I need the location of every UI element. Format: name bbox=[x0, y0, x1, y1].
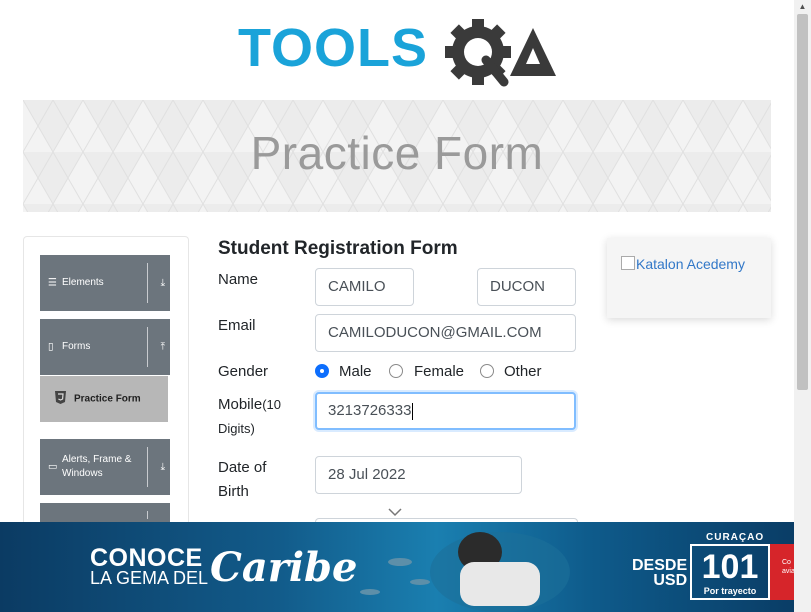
first-name-input[interactable]: CAMILO bbox=[315, 268, 414, 306]
html5-icon bbox=[55, 391, 66, 407]
ad-cta[interactable]: Co avia bbox=[770, 544, 794, 600]
scroll-thumb[interactable] bbox=[797, 14, 808, 390]
broken-image-alt: Katalon Acedemy bbox=[636, 256, 745, 272]
document-icon: ▯ bbox=[48, 341, 54, 353]
gender-male-radio[interactable] bbox=[315, 364, 329, 378]
katalon-ad[interactable]: Katalon Acedemy bbox=[607, 238, 771, 318]
date-of-birth-input[interactable]: 28 Jul 2022 bbox=[315, 456, 522, 494]
broken-image-icon bbox=[621, 256, 635, 270]
name-label: Name bbox=[218, 271, 259, 288]
ad-price-note: Por trayecto bbox=[703, 586, 757, 596]
ad-subheadline: LA GEMA DEL bbox=[90, 568, 209, 588]
ad-destination: CURAÇAO bbox=[706, 532, 765, 543]
broken-image[interactable]: Katalon Acedemy bbox=[621, 256, 745, 272]
sidebar-group-label: Alerts, Frame & Windows bbox=[62, 454, 132, 479]
sidebar-group-elements[interactable]: ☰ Elements ⤓ bbox=[40, 255, 170, 311]
bottom-advertisement[interactable]: CONOCE LA GEMA DEL Caribe CURAÇAO DESDE U… bbox=[0, 522, 794, 612]
group-divider bbox=[147, 511, 148, 519]
vertical-scrollbar[interactable]: ▲ bbox=[794, 0, 811, 612]
chevron-down-icon[interactable] bbox=[388, 506, 402, 520]
group-divider bbox=[147, 263, 148, 303]
hamburger-icon: ☰ bbox=[48, 277, 57, 289]
mobile-hint-2: Digits) bbox=[218, 421, 255, 436]
left-panel: ☰ Elements ⤓ ▯ Forms ⤒ Practice Form ▭ A… bbox=[23, 236, 189, 527]
gender-other-radio[interactable] bbox=[480, 364, 494, 378]
ad-price-box: 101 Por trayecto bbox=[690, 544, 770, 600]
sidebar-item-practice-form[interactable]: Practice Form bbox=[40, 376, 168, 422]
group-divider bbox=[147, 327, 148, 367]
gender-female-radio[interactable] bbox=[389, 364, 403, 378]
sidebar-group-alerts[interactable]: ▭ Alerts, Frame & Windows ⤓ bbox=[40, 439, 170, 495]
email-input[interactable]: CAMILODUCON@GMAIL.COM bbox=[315, 314, 576, 352]
dob-label-line2: Birth bbox=[218, 483, 249, 500]
ad-price-prefix: DESDE USD bbox=[632, 558, 688, 589]
page-banner: Practice Form bbox=[23, 100, 771, 212]
dob-label-line1: Date of bbox=[218, 459, 267, 476]
mobile-label-text: Mobile bbox=[218, 396, 263, 413]
sidebar-group-label: Elements bbox=[62, 277, 104, 288]
form-heading: Student Registration Form bbox=[218, 238, 458, 259]
sidebar-group-forms[interactable]: ▯ Forms ⤒ bbox=[40, 319, 170, 375]
gender-male-label[interactable]: Male bbox=[339, 363, 372, 380]
gender-label: Gender bbox=[218, 363, 269, 380]
gender-female-label[interactable]: Female bbox=[414, 363, 464, 380]
last-name-input[interactable]: DUCON bbox=[477, 268, 576, 306]
email-label: Email bbox=[218, 317, 256, 334]
ad-price: 101 bbox=[701, 548, 759, 586]
text-caret bbox=[412, 402, 414, 420]
download-icon: ⤓ bbox=[160, 277, 165, 289]
ad-usd-text: USD bbox=[653, 572, 688, 589]
window-icon: ▭ bbox=[48, 461, 58, 473]
logo-tools-text: TOOLS bbox=[238, 18, 428, 78]
sidebar-group-label: Forms bbox=[62, 341, 91, 352]
page-title: Practice Form bbox=[250, 127, 544, 179]
group-divider bbox=[147, 447, 148, 487]
sidebar-item-label: Practice Form bbox=[74, 393, 141, 405]
upload-icon: ⤒ bbox=[160, 341, 165, 353]
mobile-hint: (10 bbox=[262, 397, 281, 412]
gear-icon bbox=[445, 19, 511, 87]
download-icon: ⤓ bbox=[160, 461, 165, 473]
scroll-up-arrow[interactable]: ▲ bbox=[794, 0, 811, 14]
mobile-input[interactable]: 3213726333 bbox=[315, 392, 576, 430]
gender-other-label[interactable]: Other bbox=[504, 363, 542, 380]
mobile-label: Mobile(10 bbox=[218, 393, 281, 417]
toolsqa-logo[interactable]: TOOLS bbox=[238, 14, 568, 92]
mobile-value: 3213726333 bbox=[328, 402, 412, 419]
ad-script-text: Caribe bbox=[210, 544, 358, 591]
